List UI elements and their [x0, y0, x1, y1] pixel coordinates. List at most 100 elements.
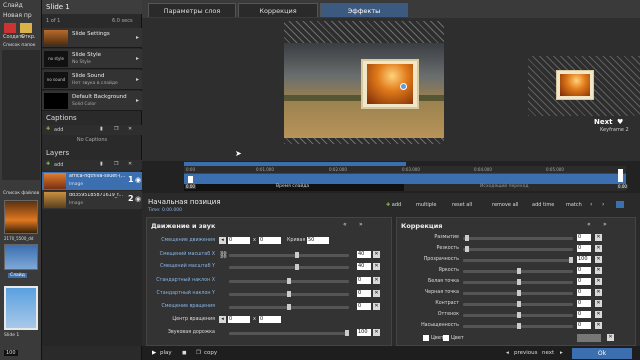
- skew-y-input[interactable]: 0: [357, 290, 371, 297]
- correction-slider[interactable]: [463, 312, 573, 318]
- slide-sound-item[interactable]: no sound Slide Sound Нет звука в слайде …: [42, 70, 142, 90]
- chevron-right-icon[interactable]: »: [359, 221, 363, 228]
- correction-slider[interactable]: [463, 301, 573, 307]
- add-layer-button[interactable]: add: [54, 162, 63, 168]
- reset-button[interactable]: ✕: [595, 267, 602, 274]
- layer-row-2[interactable]: dd3595185871619_f... Image 2 ◉: [42, 191, 142, 209]
- audio-slider[interactable]: [229, 330, 349, 336]
- copy-icon[interactable]: ❐: [114, 126, 118, 132]
- slider-knob[interactable]: [517, 323, 521, 329]
- eye-icon[interactable]: ◉: [135, 195, 141, 203]
- tools-icon[interactable]: ✕: [128, 161, 132, 167]
- reset-button[interactable]: ✕: [373, 329, 380, 336]
- zoom-field[interactable]: 100: [4, 350, 18, 356]
- correction-slider[interactable]: [463, 323, 573, 329]
- default-background-item[interactable]: Default Background Solid Color ▸: [42, 91, 142, 111]
- correction-input[interactable]: 0: [577, 300, 591, 307]
- slide-thumb[interactable]: [4, 244, 38, 270]
- scale-y-input[interactable]: 40: [357, 263, 371, 270]
- slider-knob[interactable]: [517, 268, 521, 274]
- play-button[interactable]: play: [160, 350, 172, 356]
- correction-slider[interactable]: [463, 279, 573, 285]
- rotation-center-x-input[interactable]: 0: [228, 316, 250, 323]
- slider-knob[interactable]: [517, 301, 521, 307]
- copy-icon[interactable]: ❐: [114, 161, 118, 167]
- next-keyframe-frame[interactable]: [556, 70, 594, 100]
- chevron-left-icon[interactable]: «: [587, 221, 591, 228]
- correction-input[interactable]: 0: [577, 311, 591, 318]
- slider-knob[interactable]: [569, 257, 573, 263]
- reset-button[interactable]: ✕: [607, 334, 614, 341]
- trash-icon[interactable]: ▮: [100, 161, 103, 167]
- correction-slider[interactable]: [463, 290, 573, 296]
- skew-x-slider[interactable]: [229, 278, 349, 284]
- slider-knob[interactable]: [295, 264, 299, 270]
- anchor-handle[interactable]: [400, 83, 407, 90]
- correction-slider[interactable]: [463, 257, 573, 263]
- slider-knob[interactable]: [465, 246, 469, 252]
- color-picker[interactable]: [577, 334, 601, 342]
- remove-all-button[interactable]: remove all: [492, 202, 518, 208]
- multiple-button[interactable]: multiple: [416, 202, 436, 208]
- chevron-left-icon[interactable]: «: [343, 221, 347, 228]
- previous-icon[interactable]: ◂: [506, 350, 509, 356]
- rotation-slider[interactable]: [229, 304, 349, 310]
- start-keyframe-marker[interactable]: [188, 176, 193, 183]
- rotation-center-y-input[interactable]: 0: [259, 316, 281, 323]
- open-folder-icon[interactable]: [20, 23, 32, 33]
- reset-button[interactable]: ✕: [595, 278, 602, 285]
- correction-input[interactable]: 0: [577, 234, 591, 241]
- ok-button[interactable]: Ok: [572, 348, 632, 359]
- square-icon[interactable]: ◼: [182, 350, 187, 356]
- slider-knob[interactable]: [517, 279, 521, 285]
- tools-icon[interactable]: ✕: [128, 126, 132, 132]
- correction-input[interactable]: 0: [577, 322, 591, 329]
- slider-knob[interactable]: [517, 290, 521, 296]
- reset-button[interactable]: ✕: [373, 251, 380, 258]
- reset-button[interactable]: ✕: [373, 290, 380, 297]
- reset-button[interactable]: ✕: [595, 289, 602, 296]
- correction-input[interactable]: 0: [577, 245, 591, 252]
- slider-knob[interactable]: [287, 304, 291, 310]
- reset-button[interactable]: ✕: [595, 245, 602, 252]
- reset-button[interactable]: ✕: [595, 300, 602, 307]
- reset-button[interactable]: ✕: [595, 311, 602, 318]
- add-time-button[interactable]: add time: [532, 202, 554, 208]
- motion-offset-x-input[interactable]: 0: [228, 237, 250, 244]
- skew-y-slider[interactable]: [229, 291, 349, 297]
- color-swatch-2[interactable]: [443, 335, 449, 341]
- slider-knob[interactable]: [465, 235, 469, 241]
- end-keyframe-marker[interactable]: [618, 169, 623, 182]
- menu-new-project[interactable]: Новая пр: [3, 12, 32, 19]
- add-keyframe-button[interactable]: ✚ add: [386, 202, 401, 208]
- color-swatch[interactable]: [423, 335, 429, 341]
- slider-knob[interactable]: [517, 312, 521, 318]
- next-keyframe-icon[interactable]: ›: [602, 201, 604, 208]
- match-button[interactable]: match: [566, 202, 582, 208]
- slide-style-item[interactable]: no style Slide Style No Style ▸: [42, 49, 142, 69]
- add-caption-button[interactable]: add: [54, 127, 63, 133]
- correction-input[interactable]: 100: [577, 256, 591, 263]
- prev-keyframe-icon[interactable]: ‹: [590, 201, 592, 208]
- minus-button[interactable]: ◂: [219, 237, 226, 244]
- slider-knob[interactable]: [345, 330, 349, 336]
- play-icon[interactable]: ▶: [152, 350, 156, 356]
- menu-slide[interactable]: Слайд: [3, 2, 23, 9]
- reset-button[interactable]: ✕: [595, 322, 602, 329]
- next-icon[interactable]: ▸: [560, 350, 563, 356]
- layer-row-1[interactable]: africa-hqthiva-siluet-(... Image 1 ◉: [42, 172, 142, 190]
- next-button[interactable]: next: [542, 350, 554, 356]
- slider-knob[interactable]: [287, 278, 291, 284]
- trash-icon[interactable]: ▮: [100, 126, 103, 132]
- curve-input[interactable]: 50: [307, 237, 329, 244]
- add-icon[interactable]: ✚: [46, 126, 50, 132]
- copy-button[interactable]: copy: [204, 350, 217, 356]
- correction-input[interactable]: 0: [577, 278, 591, 285]
- correction-input[interactable]: 0: [577, 289, 591, 296]
- slide-1-thumb[interactable]: [4, 286, 38, 330]
- correction-slider[interactable]: [463, 268, 573, 274]
- reset-button[interactable]: ✕: [373, 263, 380, 270]
- copy-icon[interactable]: ❐: [196, 350, 201, 356]
- reset-all-button[interactable]: reset all: [452, 202, 472, 208]
- reset-button[interactable]: ✕: [595, 234, 602, 241]
